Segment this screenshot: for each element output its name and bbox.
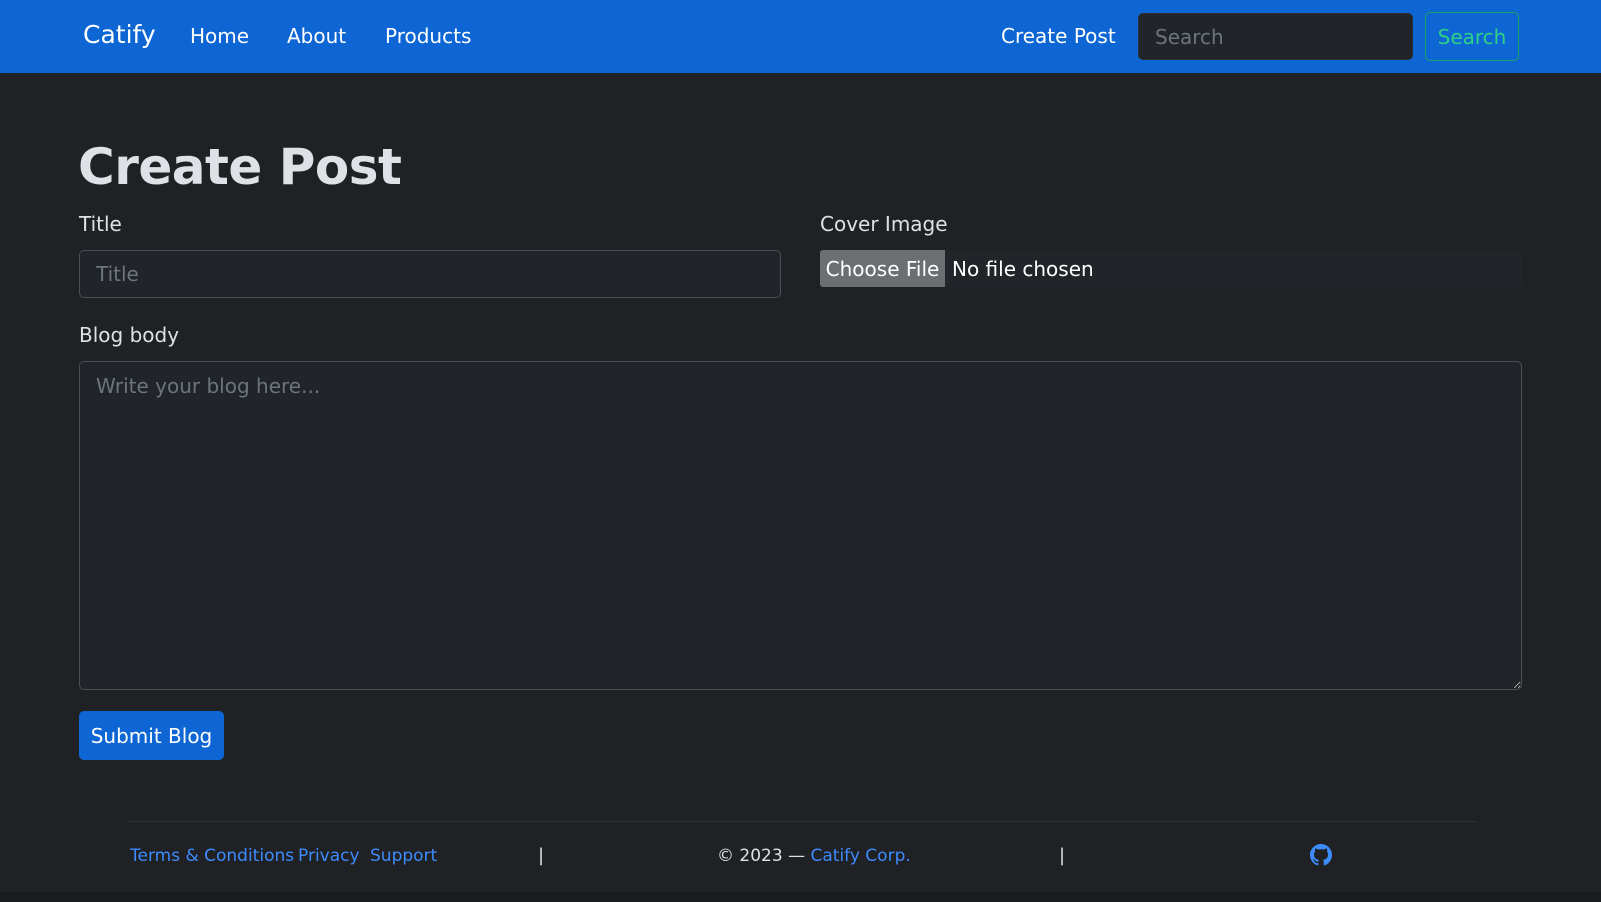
cover-image-file-input[interactable]: Choose File No file chosen: [820, 250, 1522, 287]
footer-separator: |: [538, 845, 545, 866]
title-input[interactable]: [79, 250, 781, 298]
nav-home-link[interactable]: Home: [190, 24, 249, 48]
footer-privacy-link[interactable]: Privacy: [298, 846, 360, 866]
blog-body-textarea[interactable]: [79, 361, 1522, 690]
blog-body-label: Blog body: [79, 323, 180, 347]
copyright-company-link[interactable]: Catify Corp.: [810, 846, 910, 866]
nav-products-link[interactable]: Products: [385, 24, 471, 48]
search-input[interactable]: [1138, 13, 1413, 60]
footer-separator: |: [1059, 845, 1066, 866]
nav-create-post-link[interactable]: Create Post: [1001, 24, 1116, 48]
footer-terms-link[interactable]: Terms & Conditions: [130, 846, 294, 866]
copyright-prefix: © 2023 —: [717, 846, 811, 866]
copyright-text: © 2023 — Catify Corp.: [717, 846, 911, 866]
bottom-strip: [0, 892, 1601, 902]
footer-divider: [128, 821, 1477, 822]
page-title: Create Post: [78, 138, 402, 196]
cover-image-label: Cover Image: [820, 212, 948, 236]
brand-logo[interactable]: Catify: [83, 20, 156, 49]
file-status-text: No file chosen: [952, 256, 1094, 281]
footer-support-link[interactable]: Support: [370, 846, 437, 866]
navbar: Catify Home About Products Create Post S…: [0, 0, 1601, 73]
choose-file-button[interactable]: Choose File: [820, 250, 945, 287]
submit-blog-button[interactable]: Submit Blog: [79, 711, 224, 760]
nav-about-link[interactable]: About: [287, 24, 346, 48]
search-button[interactable]: Search: [1425, 12, 1519, 61]
github-icon[interactable]: [1310, 844, 1332, 866]
title-label: Title: [79, 212, 122, 236]
